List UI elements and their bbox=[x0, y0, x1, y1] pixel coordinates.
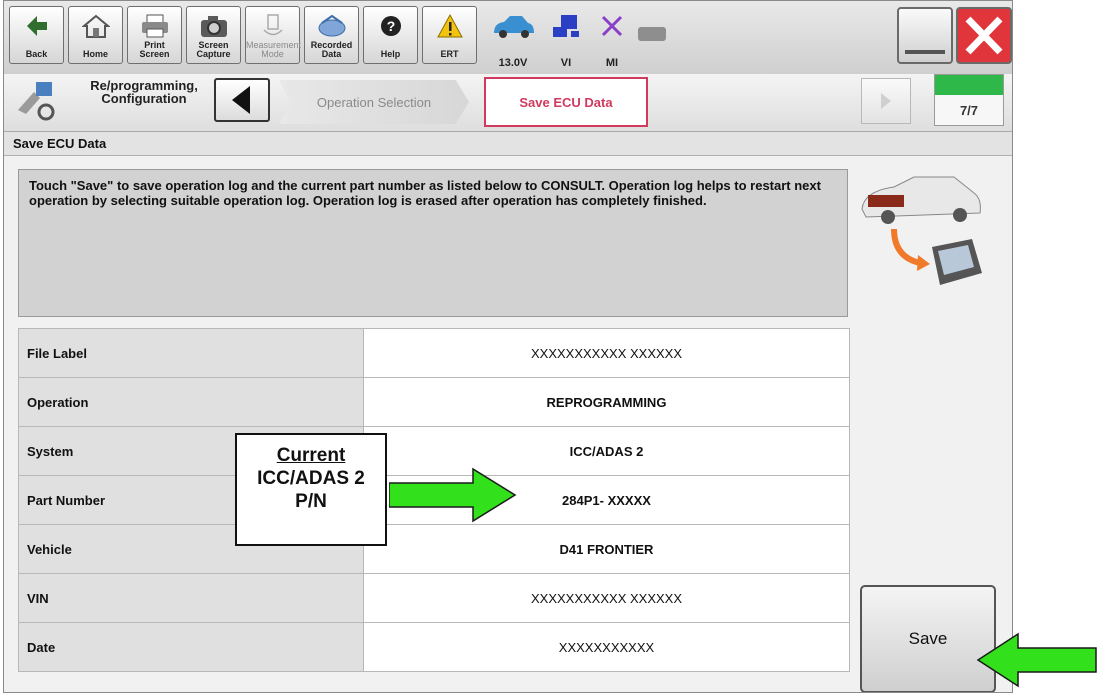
warning-icon bbox=[423, 11, 476, 41]
measurement-mode-button[interactable]: Measurement Mode bbox=[245, 6, 302, 64]
annotation-line-1: Current bbox=[276, 445, 346, 466]
consult-window: Back Home Print Screen Screen Capture Me… bbox=[3, 0, 1013, 693]
mi-label: MI bbox=[605, 57, 619, 69]
tab-operation-selection[interactable]: Operation Selection bbox=[279, 80, 469, 124]
svg-text:?: ? bbox=[386, 18, 395, 34]
close-icon bbox=[965, 16, 1003, 55]
triangle-left-icon bbox=[232, 86, 250, 114]
vi-connection-icon bbox=[553, 15, 579, 37]
minimize-button[interactable] bbox=[897, 7, 953, 64]
row-label: File Label bbox=[18, 328, 364, 378]
mi-disconnected-icon bbox=[601, 15, 623, 37]
row-value: D41 FRONTIER bbox=[363, 524, 850, 574]
ert-button[interactable]: ERT bbox=[422, 6, 477, 64]
home-button[interactable]: Home bbox=[68, 6, 123, 64]
annotation-callout: Current ICC/ADAS 2 P/N bbox=[235, 433, 387, 546]
close-button[interactable] bbox=[956, 7, 1012, 64]
print-screen-button[interactable]: Print Screen bbox=[127, 6, 182, 64]
vi-label: VI bbox=[560, 57, 572, 69]
progress-bar bbox=[935, 75, 1003, 95]
battery-voltage-indicator: 13.0V bbox=[486, 9, 540, 69]
back-label: Back bbox=[25, 49, 48, 59]
back-arrow-icon bbox=[10, 11, 63, 41]
recorded-data-icon bbox=[305, 11, 358, 41]
reprogramming-icon bbox=[18, 82, 55, 121]
print-screen-label: Print Screen bbox=[139, 40, 170, 59]
row-label: VIN bbox=[18, 573, 364, 623]
tab-save-ecu-data[interactable]: Save ECU Data bbox=[484, 77, 648, 127]
table-row: VIN XXXXXXXXXXX XXXXXX bbox=[18, 573, 850, 623]
recorded-data-label: Recorded Data bbox=[310, 40, 353, 59]
toolbar: Back Home Print Screen Screen Capture Me… bbox=[4, 1, 1012, 75]
help-icon: ? bbox=[364, 11, 417, 41]
next-step-button[interactable] bbox=[861, 78, 911, 124]
previous-step-label: Re/programming, Configuration bbox=[90, 78, 198, 106]
camera-icon bbox=[187, 11, 240, 41]
screen-capture-label: Screen Capture bbox=[196, 40, 231, 59]
home-label: Home bbox=[82, 49, 108, 59]
car-to-laptop-illustration bbox=[861, 176, 982, 285]
mi-indicator: MI bbox=[592, 9, 632, 69]
previous-step-button[interactable] bbox=[214, 78, 270, 122]
row-value: REPROGRAMMING bbox=[363, 377, 850, 427]
battery-icon bbox=[638, 27, 666, 41]
help-button[interactable]: ? Help bbox=[363, 6, 418, 64]
home-icon bbox=[69, 11, 122, 41]
voltage-label: 13.0V bbox=[498, 57, 528, 69]
recorded-data-button[interactable]: Recorded Data bbox=[304, 6, 359, 64]
ert-label: ERT bbox=[440, 49, 459, 59]
instruction-message: Touch "Save" to save operation log and t… bbox=[18, 169, 848, 317]
row-value: XXXXXXXXXXX bbox=[363, 622, 850, 672]
table-row: Vehicle D41 FRONTIER bbox=[18, 524, 850, 574]
row-label: Operation bbox=[18, 377, 364, 427]
minimize-icon bbox=[905, 50, 945, 54]
navigation-bar: Re/programming, Configuration Operation … bbox=[4, 74, 1012, 132]
vi-indicator: VI bbox=[544, 9, 588, 69]
save-button-arrow-icon bbox=[976, 632, 1097, 688]
annotation-line-2: ICC/ADAS 2 bbox=[257, 468, 365, 489]
row-value: XXXXXXXXXXX XXXXXX bbox=[363, 573, 850, 623]
row-value: XXXXXXXXXXX XXXXXX bbox=[363, 328, 850, 378]
table-row: File Label XXXXXXXXXXX XXXXXX bbox=[18, 328, 850, 378]
screen-title: Save ECU Data bbox=[4, 132, 1012, 156]
back-button[interactable]: Back bbox=[9, 6, 64, 64]
car-icon bbox=[494, 16, 534, 38]
annotation-line-3: P/N bbox=[295, 491, 327, 512]
row-label: Date bbox=[18, 622, 364, 672]
help-label: Help bbox=[380, 49, 401, 59]
part-number-arrow-icon bbox=[389, 467, 517, 523]
table-row: Date XXXXXXXXXXX bbox=[18, 622, 850, 672]
printer-icon bbox=[128, 11, 181, 41]
page-indicator: 7/7 bbox=[934, 74, 1004, 126]
table-row: Operation REPROGRAMMING bbox=[18, 377, 850, 427]
triangle-right-icon bbox=[881, 93, 891, 109]
measurement-mode-label: Measurement Mode bbox=[246, 40, 302, 59]
measurement-icon bbox=[246, 11, 299, 41]
page-number: 7/7 bbox=[959, 103, 979, 118]
screen-capture-button[interactable]: Screen Capture bbox=[186, 6, 241, 64]
